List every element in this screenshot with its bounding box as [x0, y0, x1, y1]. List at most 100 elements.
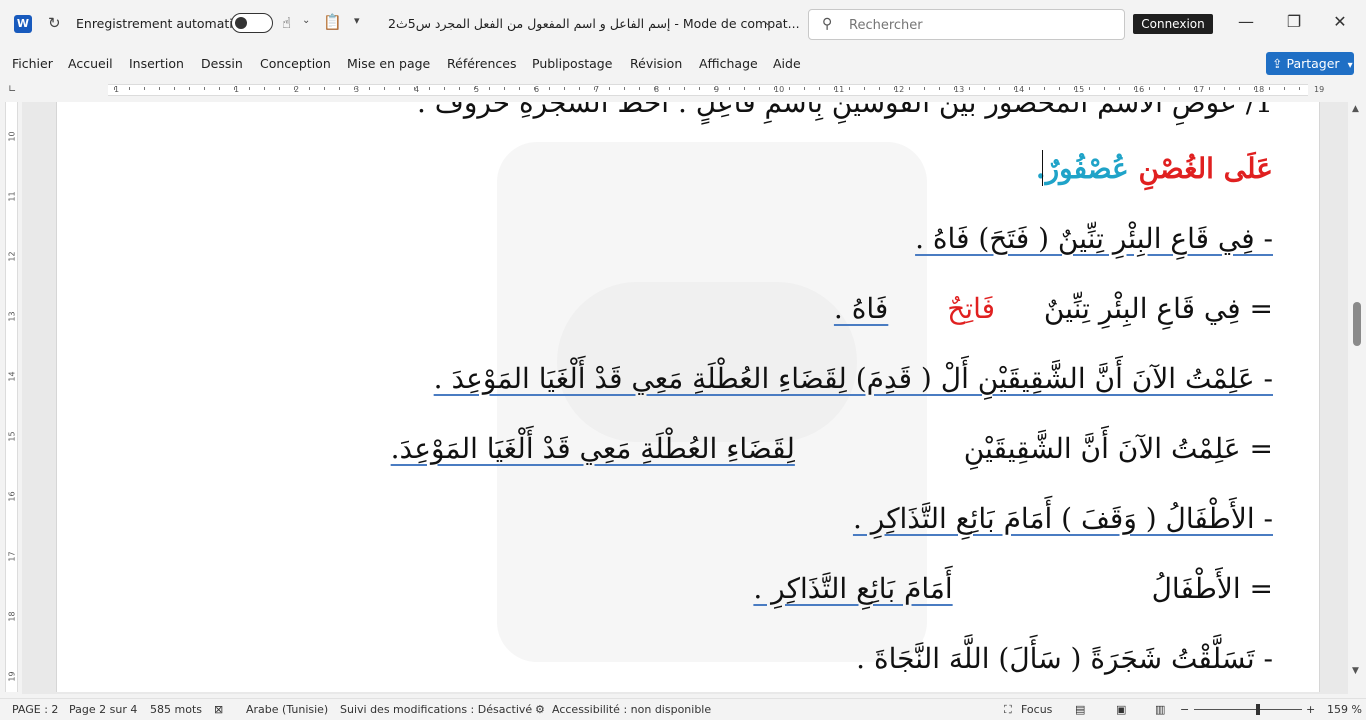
- search-input[interactable]: [849, 15, 1109, 35]
- vertical-scrollbar[interactable]: ▲ ▼: [1348, 102, 1366, 692]
- tab-conception[interactable]: Conception: [260, 56, 331, 71]
- ruler-tick: [594, 87, 595, 90]
- ruler-tick: [234, 87, 235, 90]
- ruler-label: 18: [1254, 85, 1265, 94]
- accessibility-icon[interactable]: ⚙: [535, 703, 545, 716]
- ruler-tick: [264, 87, 265, 90]
- document-title[interactable]: إسم الفاعل و اسم المفعول من الفعل المجرد…: [388, 16, 800, 31]
- text-cursor: [1042, 150, 1043, 186]
- ruler-tick: [1089, 87, 1090, 90]
- share-button[interactable]: ⇪ Partager ▾: [1266, 52, 1354, 75]
- status-zoom[interactable]: 159 %: [1327, 703, 1362, 716]
- autosave-toggle[interactable]: [231, 13, 273, 33]
- ruler-tick: [1164, 87, 1165, 90]
- ruler-label: 18: [7, 611, 17, 622]
- ruler-tick: [489, 87, 490, 90]
- zoom-slider[interactable]: [1194, 709, 1302, 710]
- ruler-tick: [444, 87, 445, 90]
- ruler-tick: [1209, 87, 1210, 90]
- ruler-tick: [1134, 87, 1135, 90]
- ruler-label: 15: [7, 431, 17, 442]
- ruler-tick: [669, 87, 670, 90]
- undo-icon[interactable]: ↻: [48, 14, 61, 32]
- web-layout-icon[interactable]: ▥: [1155, 703, 1165, 716]
- document-page[interactable]: 1/ عوِّضِ الاسْمَ المحصُورَ بيْنَ القوسي…: [56, 102, 1320, 692]
- ruler-label: 11: [834, 85, 845, 94]
- ruler-label: 17: [7, 551, 17, 562]
- close-button[interactable]: ✕: [1330, 12, 1350, 31]
- ruler-label: 19: [1314, 85, 1325, 94]
- ruler-tick: [804, 87, 805, 90]
- tab-publipostage[interactable]: Publipostage: [532, 56, 612, 71]
- scroll-thumb[interactable]: [1353, 302, 1361, 346]
- tab-mise-en-page[interactable]: Mise en page: [347, 56, 430, 71]
- tab-aide[interactable]: Aide: [773, 56, 801, 71]
- ruler-tick: [549, 87, 550, 90]
- connexion-button[interactable]: Connexion: [1133, 14, 1213, 34]
- exercise-line: - الأَطْفَالُ ( وَقَفَ ) أَمَامَ بَائِعِ…: [852, 502, 1273, 535]
- ruler-tick: [819, 87, 820, 90]
- tab-insertion[interactable]: Insertion: [129, 56, 184, 71]
- focus-icon[interactable]: ⛶: [1004, 703, 1012, 717]
- paste-icon[interactable]: 📋: [323, 13, 342, 31]
- tab-references[interactable]: Références: [447, 56, 516, 71]
- chevron-down-icon[interactable]: ⌄: [302, 15, 310, 26]
- tab-accueil[interactable]: Accueil: [68, 56, 113, 71]
- ruler-tick: [954, 87, 955, 90]
- tab-dessin[interactable]: Dessin: [201, 56, 243, 71]
- ruler-tick: [114, 87, 115, 90]
- ruler-tick: [939, 87, 940, 90]
- tab-selector-icon[interactable]: ∟: [8, 84, 16, 95]
- tab-revision[interactable]: Révision: [630, 56, 682, 71]
- answer-text: لِقَضَاءِ العُطْلَةِ مَعِي قَدْ أَلْغَيَ…: [390, 432, 795, 465]
- status-language[interactable]: Arabe (Tunisie): [246, 703, 328, 716]
- scroll-down-icon[interactable]: ▼: [1352, 666, 1359, 676]
- ruler-tick: [699, 87, 700, 90]
- ruler-tick: [714, 87, 715, 90]
- answer-red-word: فَاتِحٌ: [947, 292, 996, 325]
- print-layout-icon[interactable]: ▣: [1116, 703, 1126, 716]
- status-page-count[interactable]: Page 2 sur 4: [69, 703, 137, 716]
- chevron-down-icon[interactable]: ⌄: [763, 15, 772, 28]
- title-bar: W ↻ Enregistrement automatique ☝ ⌄ 📋 ▾ إ…: [0, 0, 1366, 48]
- ruler-label: 14: [7, 371, 17, 382]
- ruler-tick: [879, 87, 880, 90]
- zoom-out-icon[interactable]: −: [1180, 703, 1189, 716]
- ruler-tick: [1029, 87, 1030, 90]
- answer-text: = الأَطْفَالُ: [1151, 572, 1273, 605]
- ruler-label: 15: [1074, 85, 1085, 94]
- ruler-tick: [654, 87, 655, 90]
- touch-mode-icon[interactable]: ☝: [282, 14, 291, 32]
- status-focus[interactable]: Focus: [1021, 703, 1052, 716]
- ruler-tick: [384, 87, 385, 90]
- customize-qat-icon[interactable]: ▾: [354, 14, 360, 27]
- ruler-tick: [729, 87, 730, 90]
- horizontal-ruler[interactable]: 1 1 2 3 4 5 6 7 8 9 10 11 12 13 14 15 16 17 18 19: [108, 84, 1324, 96]
- scroll-up-icon[interactable]: ▲: [1352, 104, 1359, 114]
- minimize-button[interactable]: —: [1236, 12, 1256, 31]
- zoom-slider-thumb[interactable]: [1256, 704, 1260, 715]
- ruler-tick: [324, 87, 325, 90]
- vertical-ruler[interactable]: 10 11 12 13 14 15 16 17 18 19: [5, 102, 18, 692]
- read-mode-icon[interactable]: ▤: [1075, 703, 1085, 716]
- example-cyan-text: عُصْفُورٌ.: [1035, 152, 1129, 185]
- restore-button[interactable]: ❐: [1284, 12, 1304, 31]
- toggle-knob: [235, 17, 247, 29]
- share-icon: ⇪: [1272, 56, 1283, 71]
- status-word-count[interactable]: 585 mots: [150, 703, 202, 716]
- ruler-tick: [144, 87, 145, 90]
- ruler-tick: [354, 87, 355, 90]
- proofing-icon[interactable]: ⊠: [214, 703, 223, 716]
- status-page[interactable]: PAGE : 2: [12, 703, 58, 716]
- ruler-tick: [1014, 87, 1015, 90]
- status-accessibility[interactable]: Accessibilité : non disponible: [552, 703, 711, 716]
- tab-fichier[interactable]: Fichier: [12, 56, 53, 71]
- ruler-label: 12: [7, 251, 17, 262]
- zoom-in-icon[interactable]: +: [1306, 703, 1315, 716]
- search-box[interactable]: ⚲: [808, 9, 1125, 40]
- ruler-label: 11: [7, 191, 17, 202]
- status-track-changes[interactable]: Suivi des modifications : Désactivé: [340, 703, 532, 716]
- tab-affichage[interactable]: Affichage: [699, 56, 758, 71]
- example-line: عَلَى الغُصْنِ عُصْفُورٌ.: [1036, 152, 1273, 185]
- ruler-tick: [309, 87, 310, 90]
